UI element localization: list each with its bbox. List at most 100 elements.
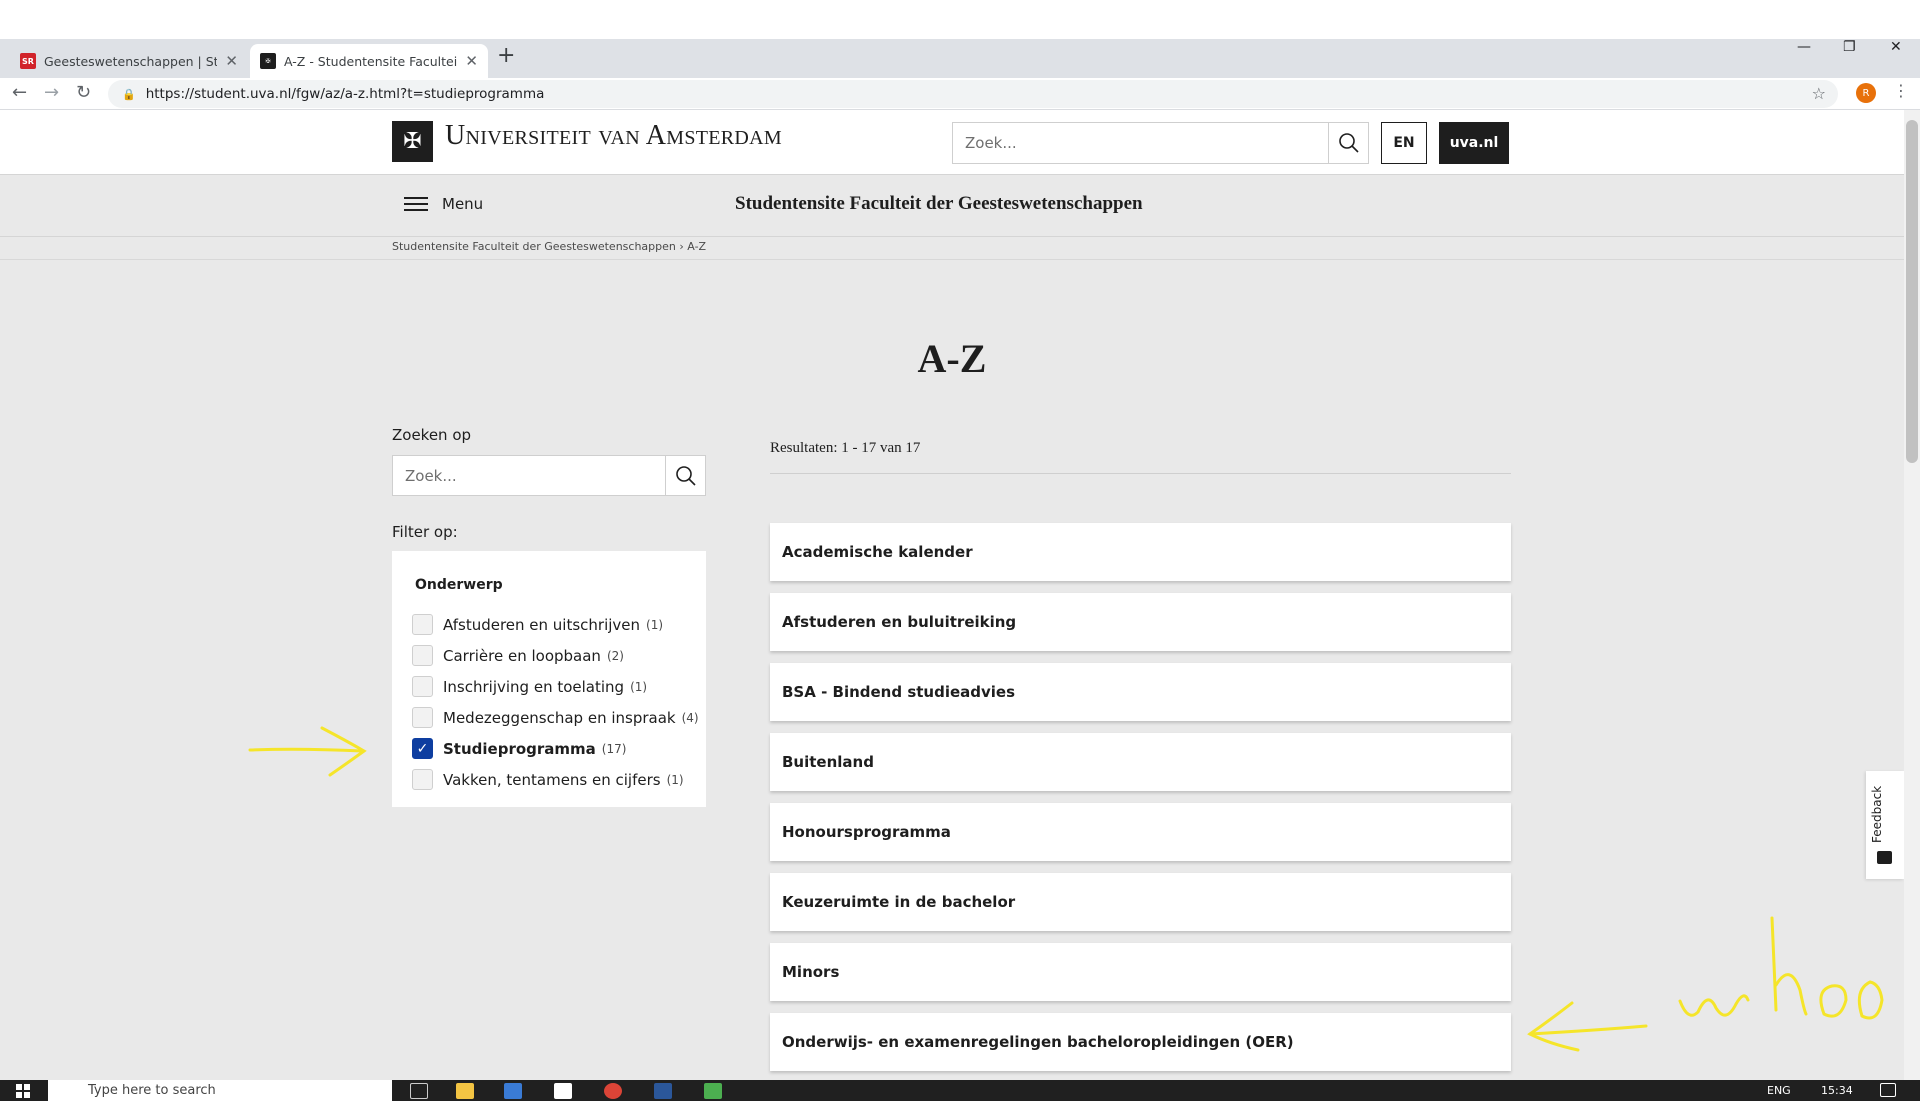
feedback-icon [1877,851,1892,864]
filter-item-label: Afstuderen en uitschrijven [443,615,641,634]
results-divider [770,473,1511,474]
language-indicator[interactable]: ENG [1767,1084,1791,1097]
menu-label: Menu [442,195,484,213]
search-icon [1338,133,1359,153]
filter-item-count: (1) [666,772,684,787]
site-menu-bar: Menu Studentensite Faculteit der Geestes… [0,174,1904,237]
breadcrumb-divider [0,259,1904,260]
filter-item-count: (17) [601,741,627,756]
screen: { "browser": { "tabs": [ {"title": "Gees… [0,0,1920,1101]
result-item[interactable]: Buitenland [770,733,1511,791]
filter-item-count: (2) [606,648,624,663]
file-explorer-icon[interactable] [456,1083,474,1099]
checkbox[interactable] [412,645,433,666]
checkbox[interactable] [412,676,433,697]
filter-item-label: Vakken, tentamens en cijfers [443,770,661,789]
browser-tab-geesteswetenschappen[interactable]: SR Geesteswetenschappen | Student ✕ [10,44,248,78]
address-bar[interactable]: 🔒 https://student.uva.nl/fgw/az/a-z.html… [108,80,1838,108]
az-search-button[interactable] [665,456,705,495]
hamburger-icon [404,197,428,211]
filter-item-carriere[interactable]: Carrière en loopbaan (2) [412,645,624,666]
taskbar-search-input[interactable]: Type here to search [48,1080,392,1101]
checkbox[interactable] [412,614,433,635]
back-icon[interactable]: ← [12,82,27,103]
filter-item-studieprogramma[interactable]: ✓ Studieprogramma (17) [412,738,626,759]
mail-icon[interactable] [554,1083,572,1099]
uva-nl-button[interactable]: uva.nl [1439,122,1509,164]
browser-tabstrip: SR Geesteswetenschappen | Student ✕ ✠ A-… [0,39,1920,78]
result-item[interactable]: Afstuderen en buluitreiking [770,593,1511,651]
breadcrumb-item-home[interactable]: Studentensite Faculteit der Geestesweten… [392,240,676,253]
new-tab-icon[interactable]: + [497,43,515,68]
reload-icon[interactable]: ↻ [76,82,91,103]
clock[interactable]: 15:34 [1821,1084,1853,1097]
results-count: Resultaten: 1 - 17 van 17 [770,440,921,456]
filter-item-medezeggenschap[interactable]: Medezeggenschap en inspraak (4) [412,707,699,728]
store-icon[interactable] [504,1083,522,1099]
filter-item-vakken[interactable]: Vakken, tentamens en cijfers (1) [412,769,684,790]
site-title[interactable]: Studentensite Faculteit der Geestesweten… [735,193,1143,215]
checkmark-icon: ✓ [416,740,429,757]
tab-title: A-Z - Studentensite Faculteit der [284,53,458,69]
tab-title: Geesteswetenschappen | Student [44,53,218,69]
minimize-icon[interactable]: — [1797,39,1811,55]
close-tab-icon[interactable]: ✕ [465,52,478,70]
profile-avatar[interactable]: R [1856,83,1876,103]
result-item[interactable]: Keuzeruimte in de bachelor [770,873,1511,931]
language-button[interactable]: EN [1381,122,1427,164]
result-item[interactable]: BSA - Bindend studieadvies [770,663,1511,721]
feedback-tab[interactable]: Feedback [1866,771,1904,879]
chrome-icon[interactable] [604,1083,622,1099]
filter-item-label: Carrière en loopbaan [443,646,601,665]
filter-item-label: Inschrijving en toelating [443,677,625,696]
az-search-input[interactable]: Zoek... [392,455,706,496]
page-title: A-Z [917,336,987,381]
main-content: Studentensite Faculteit der Geestesweten… [0,237,1904,1080]
filter-item-label: Medezeggenschap en inspraak [443,708,676,727]
paint-icon[interactable] [704,1083,722,1099]
browser-toolbar: ← → ↻ 🔒 https://student.uva.nl/fgw/az/a-… [0,78,1920,110]
result-item[interactable]: Academische kalender [770,523,1511,581]
close-tab-icon[interactable]: ✕ [225,52,238,70]
result-item[interactable]: Onderwijs- en examenregelingen bacheloro… [770,1013,1511,1071]
checkbox-checked[interactable]: ✓ [412,738,433,759]
close-window-icon[interactable]: ✕ [1890,39,1902,55]
filter-item-count: (1) [646,617,664,632]
result-item[interactable]: Minors [770,943,1511,1001]
filter-item-afstuderen[interactable]: Afstuderen en uitschrijven (1) [412,614,663,635]
browser-tab-a-z[interactable]: ✠ A-Z - Studentensite Faculteit der ✕ [250,44,488,78]
task-view-icon[interactable] [410,1083,428,1099]
os-taskbar: Type here to search ENG 15:34 [0,1080,1920,1101]
search-icon [675,465,696,486]
forward-icon[interactable]: → [44,82,59,103]
taskbar-search-placeholder: Type here to search [88,1083,216,1098]
windows-start-icon[interactable] [16,1084,30,1098]
bookmark-star-icon[interactable]: ☆ [1812,84,1826,103]
site-header: ✠ Universiteit van Amsterdam Zoek... EN … [0,110,1904,174]
az-search-placeholder: Zoek... [405,466,457,485]
filter-heading: Onderwerp [415,577,503,593]
word-icon[interactable] [654,1083,672,1099]
breadcrumb-item-current: A-Z [687,240,707,253]
filter-item-inschrijving[interactable]: Inschrijving en toelating (1) [412,676,647,697]
filter-item-count: (1) [630,679,648,694]
page-scrollbar[interactable] [1904,110,1920,1080]
checkbox[interactable] [412,769,433,790]
uva-logo-text[interactable]: Universiteit van Amsterdam [445,120,782,152]
menu-button[interactable]: Menu [404,195,483,213]
checkbox[interactable] [412,707,433,728]
sr-favicon-icon: SR [20,53,36,69]
lock-icon: 🔒 [122,87,136,101]
scrollbar-thumb[interactable] [1906,120,1918,463]
browser-menu-icon[interactable]: ⋮ [1893,81,1909,100]
uva-logo-icon[interactable]: ✠ [392,121,433,162]
filter-panel: Onderwerp Afstuderen en uitschrijven (1)… [392,551,706,807]
filter-item-count: (4) [681,710,699,725]
result-item[interactable]: Honoursprogramma [770,803,1511,861]
header-search-input[interactable]: Zoek... [952,122,1369,164]
notifications-icon[interactable] [1880,1083,1896,1097]
header-search-button[interactable] [1328,123,1368,163]
uva-favicon-icon: ✠ [260,53,276,69]
restore-icon[interactable]: ❐ [1843,39,1856,55]
filter-item-label: Studieprogramma [443,739,596,758]
